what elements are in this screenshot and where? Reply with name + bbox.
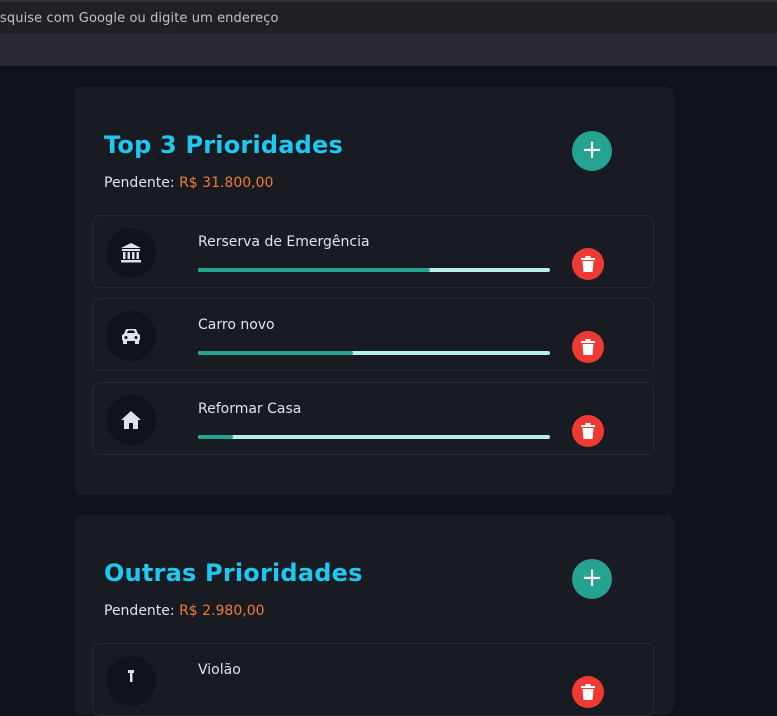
plus-icon: +: [581, 135, 603, 165]
item-icon-container: [106, 311, 156, 361]
trash-icon: [581, 684, 595, 700]
progress-bar: [198, 351, 550, 355]
pending-label: Pendente:: [104, 175, 175, 191]
car-icon: [122, 329, 140, 344]
priority-item[interactable]: Violão: [92, 643, 654, 716]
add-priority-button[interactable]: +: [572, 559, 612, 599]
pending-label: Pendente:: [104, 603, 175, 619]
item-label: Violão: [198, 662, 241, 678]
plus-icon: +: [581, 563, 603, 593]
card-title: Outras Prioridades: [104, 559, 363, 587]
priority-item[interactable]: Rerserva de Emergência: [92, 215, 654, 288]
page-content: Top 3 Prioridades Pendente: R$ 31.800,00…: [0, 66, 777, 716]
progress-bar: [198, 435, 550, 439]
guitar-icon: [128, 670, 134, 682]
browser-address-bar: squise com Google ou digite um endereço: [0, 0, 777, 34]
pending-amount: R$ 2.980,00: [179, 603, 265, 619]
progress-fill: [198, 435, 234, 439]
progress-bar: [198, 268, 550, 272]
item-label: Reformar Casa: [198, 401, 302, 417]
pending-total: Pendente: R$ 2.980,00: [104, 603, 265, 619]
progress-fill: [198, 351, 353, 355]
item-label: Carro novo: [198, 317, 275, 333]
pending-amount: R$ 31.800,00: [179, 175, 274, 191]
item-icon-container: [106, 228, 156, 278]
address-input[interactable]: squise com Google ou digite um endereço: [0, 11, 279, 26]
item-label: Rerserva de Emergência: [198, 234, 370, 250]
other-priorities-card: Outras Prioridades Pendente: R$ 2.980,00…: [74, 515, 674, 716]
browser-toolbar: [0, 34, 777, 66]
item-icon-container: [106, 395, 156, 445]
delete-button[interactable]: [572, 248, 604, 280]
add-priority-button[interactable]: +: [572, 131, 612, 171]
priority-item[interactable]: Carro novo: [92, 298, 654, 371]
progress-fill: [198, 268, 431, 272]
home-icon: [121, 411, 141, 429]
card-title: Top 3 Prioridades: [104, 131, 343, 159]
trash-icon: [581, 256, 595, 272]
trash-icon: [581, 339, 595, 355]
delete-button[interactable]: [572, 415, 604, 447]
priority-item[interactable]: Reformar Casa: [92, 382, 654, 455]
delete-button[interactable]: [572, 331, 604, 363]
delete-button[interactable]: [572, 676, 604, 708]
item-icon-container: [106, 656, 156, 706]
bank-icon: [121, 243, 141, 263]
trash-icon: [581, 423, 595, 439]
pending-total: Pendente: R$ 31.800,00: [104, 175, 273, 191]
top-priorities-card: Top 3 Prioridades Pendente: R$ 31.800,00…: [74, 87, 674, 495]
